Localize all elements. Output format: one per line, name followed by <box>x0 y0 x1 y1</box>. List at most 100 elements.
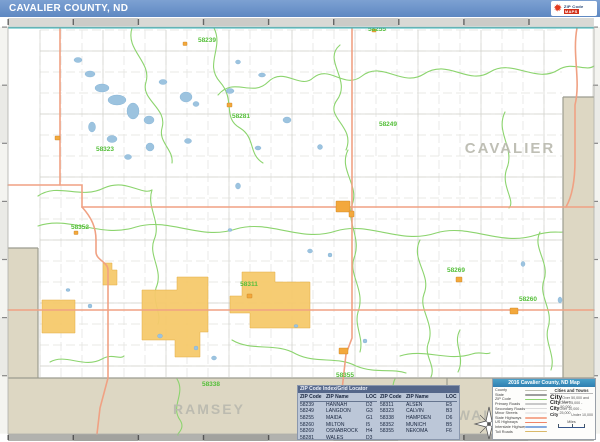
lake <box>66 289 70 292</box>
ruler-tick <box>463 19 464 25</box>
zip-table-cell: NEKOMA <box>406 428 446 434</box>
legend-line-sample <box>525 422 547 424</box>
lake <box>74 58 82 63</box>
zip-table-cell: D3 <box>366 435 377 441</box>
zip-index-right-columns: ZIP CodeZIP NameLOC58311ALSENE558323CALV… <box>380 394 457 441</box>
ruler-segment <box>203 18 268 26</box>
county-name-label: CAVALIER <box>465 140 555 157</box>
ruler-segment <box>0 376 8 434</box>
ruler-tick <box>333 19 334 25</box>
ruler-tick <box>2 143 7 144</box>
ruler-segment <box>73 434 138 441</box>
legend-cities: Cities and Towns CityOver 50,000 and Mor… <box>550 388 593 434</box>
ruler-segment <box>203 434 268 441</box>
county-name-label: RAMSEY <box>173 401 245 417</box>
zip-table-cell: ZIP Code <box>380 394 406 400</box>
ruler-segment <box>464 18 529 26</box>
town-marker <box>510 308 518 314</box>
zip-table-cell: 58311 <box>380 402 406 408</box>
zip-table-cell: CALVIN <box>406 408 446 414</box>
ruler-segment <box>138 18 203 26</box>
legend-line-label: Minor Streets <box>495 411 525 415</box>
zip-table-cell: MILTON <box>326 422 366 428</box>
ruler-segment <box>73 18 138 26</box>
zip-boundary <box>334 45 348 150</box>
zip-code-label: 58311 <box>240 281 258 288</box>
zip-table-row: 58239HANNAHD2 <box>300 402 377 409</box>
ruler-tick <box>8 435 9 440</box>
zip-table-cell: 58352 <box>380 422 406 428</box>
zip-code-label: 58239 <box>198 37 216 44</box>
ruler-segment <box>0 259 8 317</box>
lake <box>107 136 117 143</box>
ruler-tick <box>2 317 7 318</box>
ruler-segment <box>0 27 8 85</box>
map-page: CAVALIER COUNTY, ND ✹ ZIP Code MAPS CAVA… <box>0 0 600 442</box>
zip-table-cell: 58281 <box>300 435 326 441</box>
scale-bar: Miles <box>550 420 593 428</box>
legend-line-sample <box>525 394 547 396</box>
legend-line-label: ZIP Code <box>495 397 525 401</box>
lake <box>125 155 132 160</box>
ruler-tick <box>2 375 7 376</box>
ruler-segment <box>8 18 73 26</box>
zip-table-cell: OSNABROCK <box>326 428 366 434</box>
zip-index-title: ZIP Code Index/Grid Locator <box>298 386 459 393</box>
zip-code-label: 58260 <box>519 296 537 303</box>
zip-table-cell: LANGDON <box>326 408 366 414</box>
zip-table-cell: G1 <box>366 415 377 421</box>
town-marker <box>456 277 462 282</box>
ruler-tick <box>73 19 74 25</box>
zip-code-label: 58249 <box>379 121 397 128</box>
legend-city-row: CityUnder 10,000 <box>550 412 593 418</box>
lake <box>228 229 232 232</box>
highlighted-zip-region <box>42 300 75 333</box>
legend-line-label: State Highways <box>495 416 525 420</box>
ruler-segment <box>334 18 399 26</box>
lake <box>318 145 323 150</box>
ruler-segment <box>8 434 73 441</box>
zip-table-cell: MUNICH <box>406 422 446 428</box>
zip-table-cell: WALES <box>326 435 366 441</box>
legend-city-range: Under 10,000 <box>571 413 593 417</box>
zip-code-label: 58355 <box>336 372 354 379</box>
zip-table-cell: 58260 <box>300 422 326 428</box>
legend-line-sample <box>525 417 547 419</box>
zip-table-cell: E5 <box>446 402 457 408</box>
zip-table-cell: 58249 <box>300 408 326 414</box>
ruler-segment <box>399 18 464 26</box>
ruler-segment <box>138 434 203 441</box>
ruler-tick <box>528 19 529 25</box>
town-marker <box>336 201 350 212</box>
zip-table-row: 58260MILTONI5 <box>300 421 377 428</box>
zip-index-left-columns: ZIP CodeZIP NameLOC58239HANNAHD258249LAN… <box>300 394 377 441</box>
zip-boundary <box>218 66 594 95</box>
lake <box>212 356 217 360</box>
highway <box>8 185 594 207</box>
highlighted-zip-region <box>103 263 117 285</box>
lake <box>158 334 163 338</box>
lake <box>283 117 291 123</box>
ruler-tick <box>2 85 7 86</box>
zip-code-label: 58281 <box>232 113 250 120</box>
zip-table-cell: D2 <box>366 402 377 408</box>
zip-boundary <box>345 150 361 352</box>
zip-table-row: 58323CALVINB3 <box>380 408 457 415</box>
zip-table-cell: LOC <box>366 394 377 400</box>
zip-table-cell: B5 <box>446 422 457 428</box>
ruler-segment <box>529 18 594 26</box>
zip-table-row: 58311ALSENE5 <box>380 402 457 409</box>
zip-table-cell: 58255 <box>300 415 326 421</box>
ruler-tick <box>138 19 139 25</box>
ruler-tick <box>2 259 7 260</box>
legend-line-label: Interstate Highways <box>495 425 525 429</box>
legend-line-item: Toll Roads <box>495 429 547 434</box>
ruler-tick <box>8 19 9 25</box>
lake <box>194 346 198 350</box>
ruler-tick <box>268 19 269 25</box>
lake <box>363 339 367 343</box>
zip-table-row: 58269OSNABROCKH4 <box>300 428 377 435</box>
ruler-segment <box>0 143 8 201</box>
ruler-tick <box>398 19 399 25</box>
zip-table-cell: H4 <box>366 428 377 434</box>
